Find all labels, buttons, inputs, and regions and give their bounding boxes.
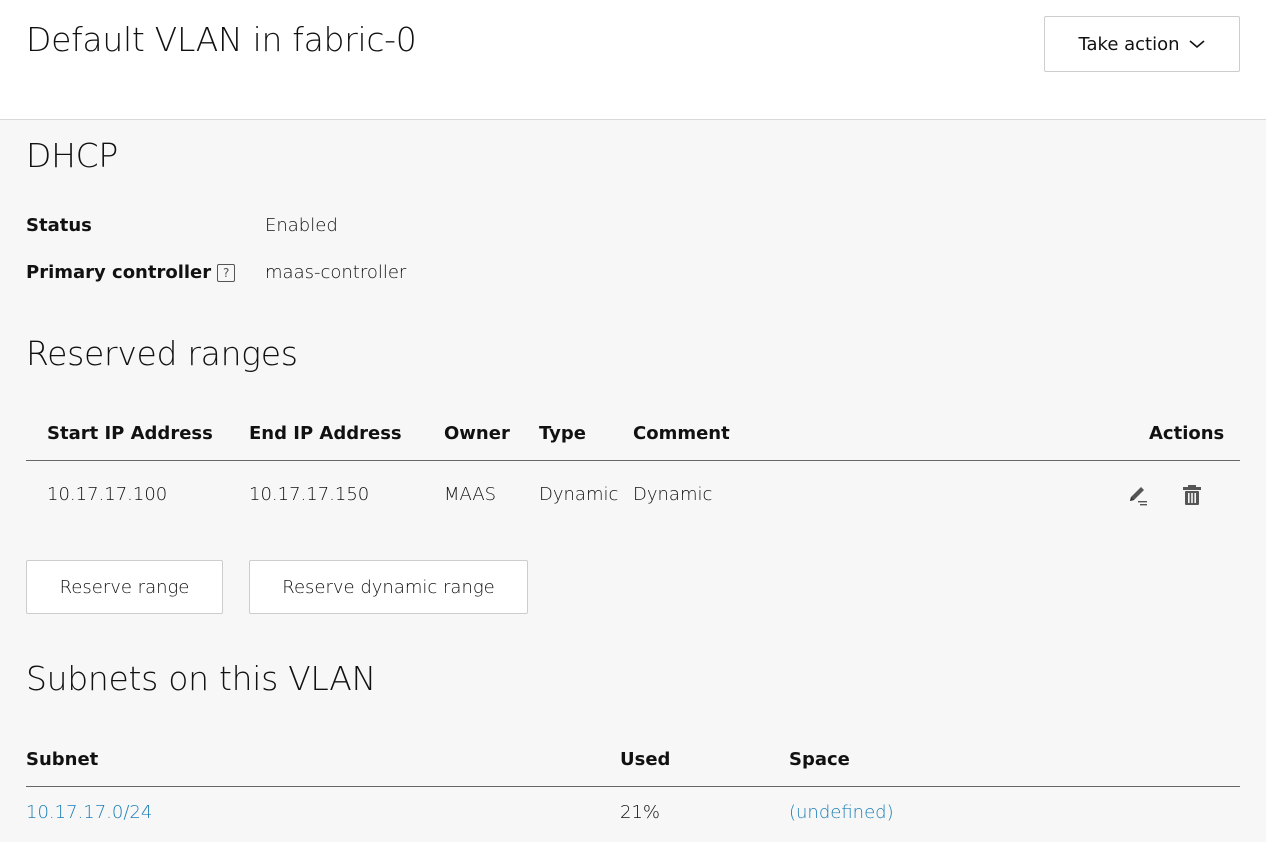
edit-icon[interactable] (1126, 483, 1150, 507)
col-owner: Owner (444, 423, 510, 444)
col-actions: Actions (1149, 423, 1225, 444)
page-title: Default VLAN in fabric-0 (26, 20, 417, 59)
reserved-ranges-heading: Reserved ranges (26, 334, 298, 373)
cell-owner: MAAS (444, 484, 497, 505)
col-start-ip: Start IP Address (47, 423, 213, 444)
table-header-divider (26, 460, 1240, 461)
primary-controller-value: maas-controller (265, 262, 407, 283)
primary-controller-label-row: Primary controller? (26, 262, 236, 283)
reserve-range-button[interactable]: Reserve range (26, 560, 223, 614)
take-action-button[interactable]: Take action (1044, 16, 1240, 72)
cell-comment: Dynamic (633, 484, 713, 505)
space-link[interactable]: (undefined) (789, 802, 894, 823)
col-end-ip: End IP Address (249, 423, 402, 444)
subnets-heading: Subnets on this VLAN (26, 659, 376, 698)
cell-end-ip: 10.17.17.150 (249, 484, 370, 505)
subnet-link[interactable]: 10.17.17.0/24 (26, 802, 152, 823)
col-space: Space (789, 749, 850, 770)
status-value: Enabled (265, 215, 338, 236)
cell-start-ip: 10.17.17.100 (47, 484, 168, 505)
col-subnet: Subnet (26, 749, 99, 770)
status-label: Status (26, 215, 92, 236)
cell-used: 21% (620, 802, 661, 823)
table-header-divider (26, 786, 1240, 787)
primary-controller-label: Primary controller (26, 262, 212, 283)
col-used: Used (620, 749, 671, 770)
chevron-down-icon (1188, 40, 1205, 49)
reserve-dynamic-range-button[interactable]: Reserve dynamic range (249, 560, 528, 614)
take-action-label: Take action (1078, 33, 1180, 55)
col-comment: Comment (633, 423, 730, 444)
dhcp-heading: DHCP (26, 136, 118, 175)
col-type: Type (539, 423, 586, 444)
help-icon[interactable]: ? (217, 264, 236, 282)
cell-type: Dynamic (539, 484, 619, 505)
vlan-details: DHCP Status Enabled Primary controller? … (0, 121, 1266, 842)
page-header: Default VLAN in fabric-0 Take action (0, 0, 1266, 120)
delete-icon[interactable] (1180, 483, 1204, 507)
